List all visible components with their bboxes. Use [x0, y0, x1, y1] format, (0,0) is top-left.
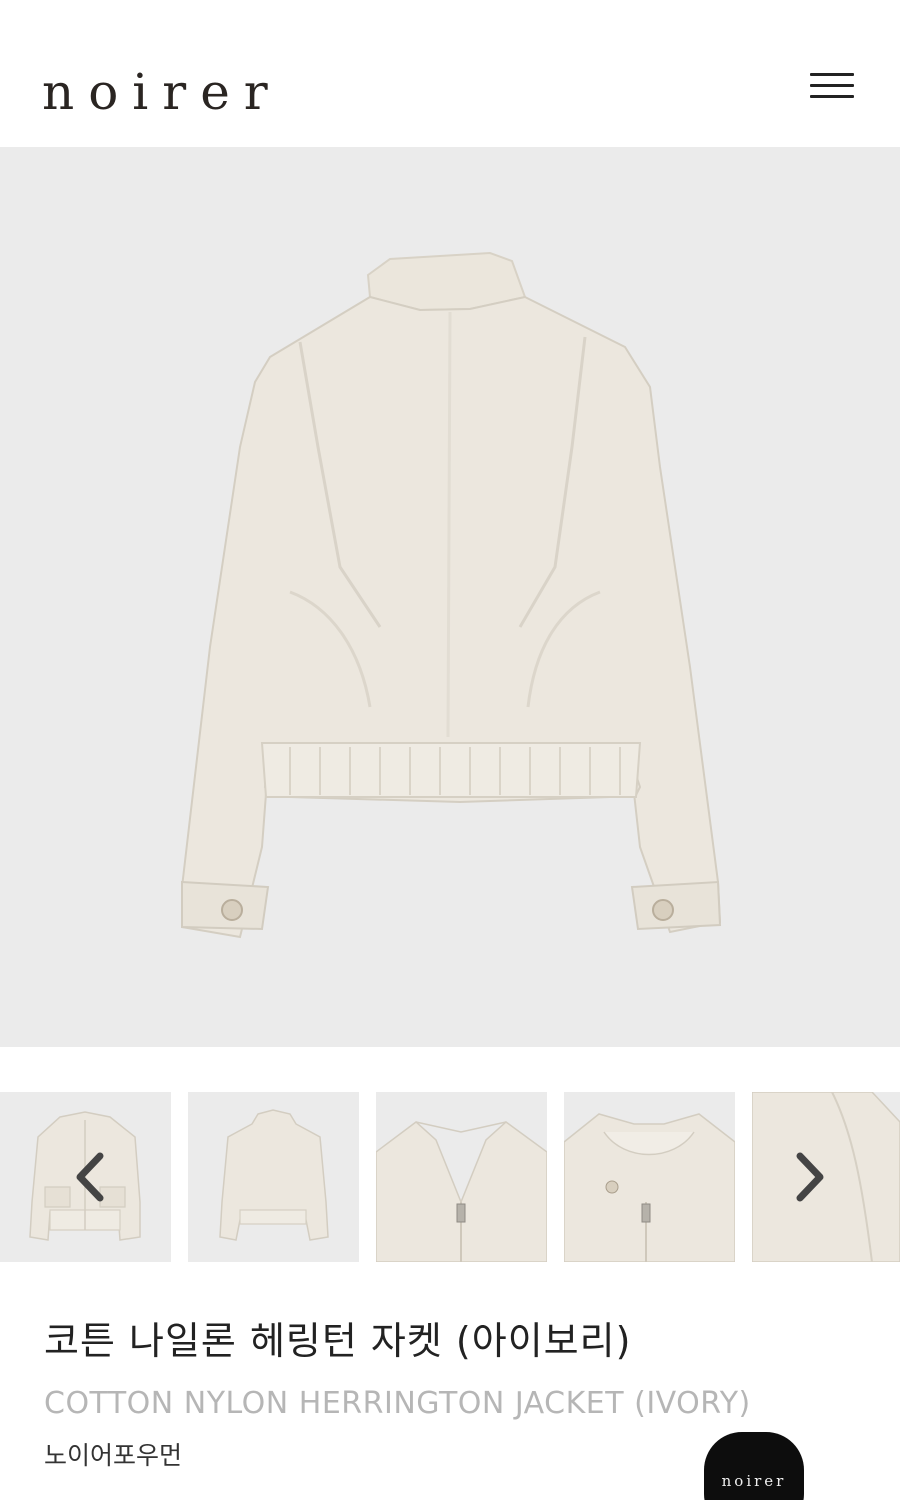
- floating-badge-label: noirer: [721, 1472, 787, 1490]
- chevron-right-icon[interactable]: [788, 1150, 832, 1204]
- menu-line: [810, 73, 854, 76]
- thumbnail-carousel: [0, 1092, 900, 1262]
- thumbnail-back[interactable]: [188, 1092, 359, 1262]
- menu-line: [810, 95, 854, 98]
- collar-zip-thumb: [376, 1092, 547, 1262]
- product-brand[interactable]: 노이어포우먼: [44, 1436, 182, 1472]
- site-header: noirer: [0, 0, 900, 147]
- chevron-left-icon[interactable]: [68, 1150, 112, 1204]
- product-main-image[interactable]: [0, 147, 900, 1047]
- jacket-back-thumb: [219, 1109, 329, 1241]
- brand-logo[interactable]: noirer: [42, 62, 282, 122]
- menu-line: [810, 84, 854, 87]
- hamburger-menu-icon[interactable]: [806, 70, 858, 104]
- jacket-back-illustration: [181, 251, 722, 939]
- collar-button-thumb: [564, 1092, 735, 1262]
- thumbnail-collar-zip[interactable]: [376, 1092, 547, 1262]
- thumbnail-collar-button[interactable]: [564, 1092, 735, 1262]
- floating-chat-button[interactable]: noirer: [704, 1432, 804, 1500]
- product-title: 코튼 나일론 헤링턴 자켓 (아이보리): [44, 1319, 632, 1363]
- product-title-english: COTTON NYLON HERRINGTON JACKET (IVORY): [44, 1386, 751, 1421]
